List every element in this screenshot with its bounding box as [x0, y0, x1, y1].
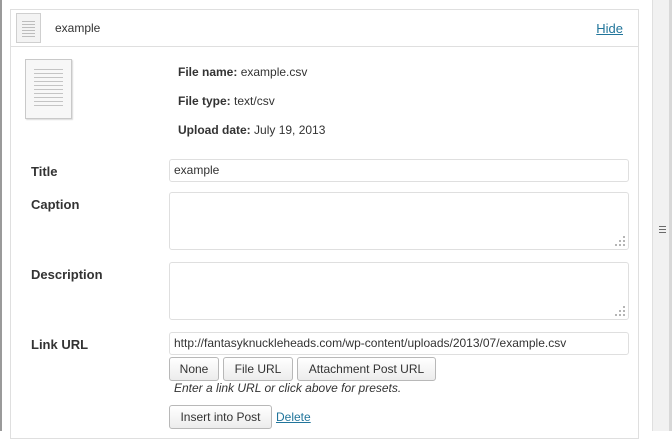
document-thumbnail-icon	[25, 59, 72, 119]
title-label: Title	[31, 164, 58, 179]
file-url-button[interactable]: File URL	[223, 357, 293, 381]
file-type: File type: text/csv	[178, 94, 275, 108]
file-name-label: File name:	[178, 65, 238, 79]
media-item-title: example	[55, 21, 101, 35]
window-left-border	[0, 0, 2, 431]
splitter-grip-icon[interactable]	[659, 226, 666, 235]
resize-grip-icon[interactable]	[615, 236, 625, 246]
upload-date-label: Upload date:	[178, 123, 251, 137]
file-type-label: File type:	[178, 94, 231, 108]
delete-link[interactable]: Delete	[276, 410, 311, 424]
link-url-input[interactable]: http://fantasyknuckleheads.com/wp-conten…	[169, 332, 629, 355]
description-textarea[interactable]	[169, 262, 629, 320]
hide-link[interactable]: Hide	[596, 21, 623, 36]
none-button[interactable]: None	[169, 357, 219, 381]
insert-into-post-button[interactable]: Insert into Post	[169, 405, 272, 429]
caption-textarea[interactable]	[169, 192, 629, 250]
document-icon	[16, 13, 41, 43]
media-item: example Hide File name: example.csv File…	[10, 9, 639, 439]
description-label: Description	[31, 267, 103, 282]
caption-label: Caption	[31, 197, 80, 212]
upload-date-value: July 19, 2013	[254, 123, 326, 137]
title-input[interactable]: example	[169, 159, 629, 182]
file-name: File name: example.csv	[178, 65, 307, 79]
upload-date: Upload date: July 19, 2013	[178, 123, 325, 137]
link-url-hint: Enter a link URL or click above for pres…	[174, 381, 402, 395]
file-name-value: example.csv	[240, 65, 308, 79]
media-item-header: example Hide	[11, 10, 638, 47]
link-url-label: Link URL	[31, 337, 89, 352]
resize-grip-icon[interactable]	[615, 306, 625, 316]
file-type-value: text/csv	[234, 94, 275, 108]
attachment-post-url-button[interactable]: Attachment Post URL	[297, 357, 436, 381]
